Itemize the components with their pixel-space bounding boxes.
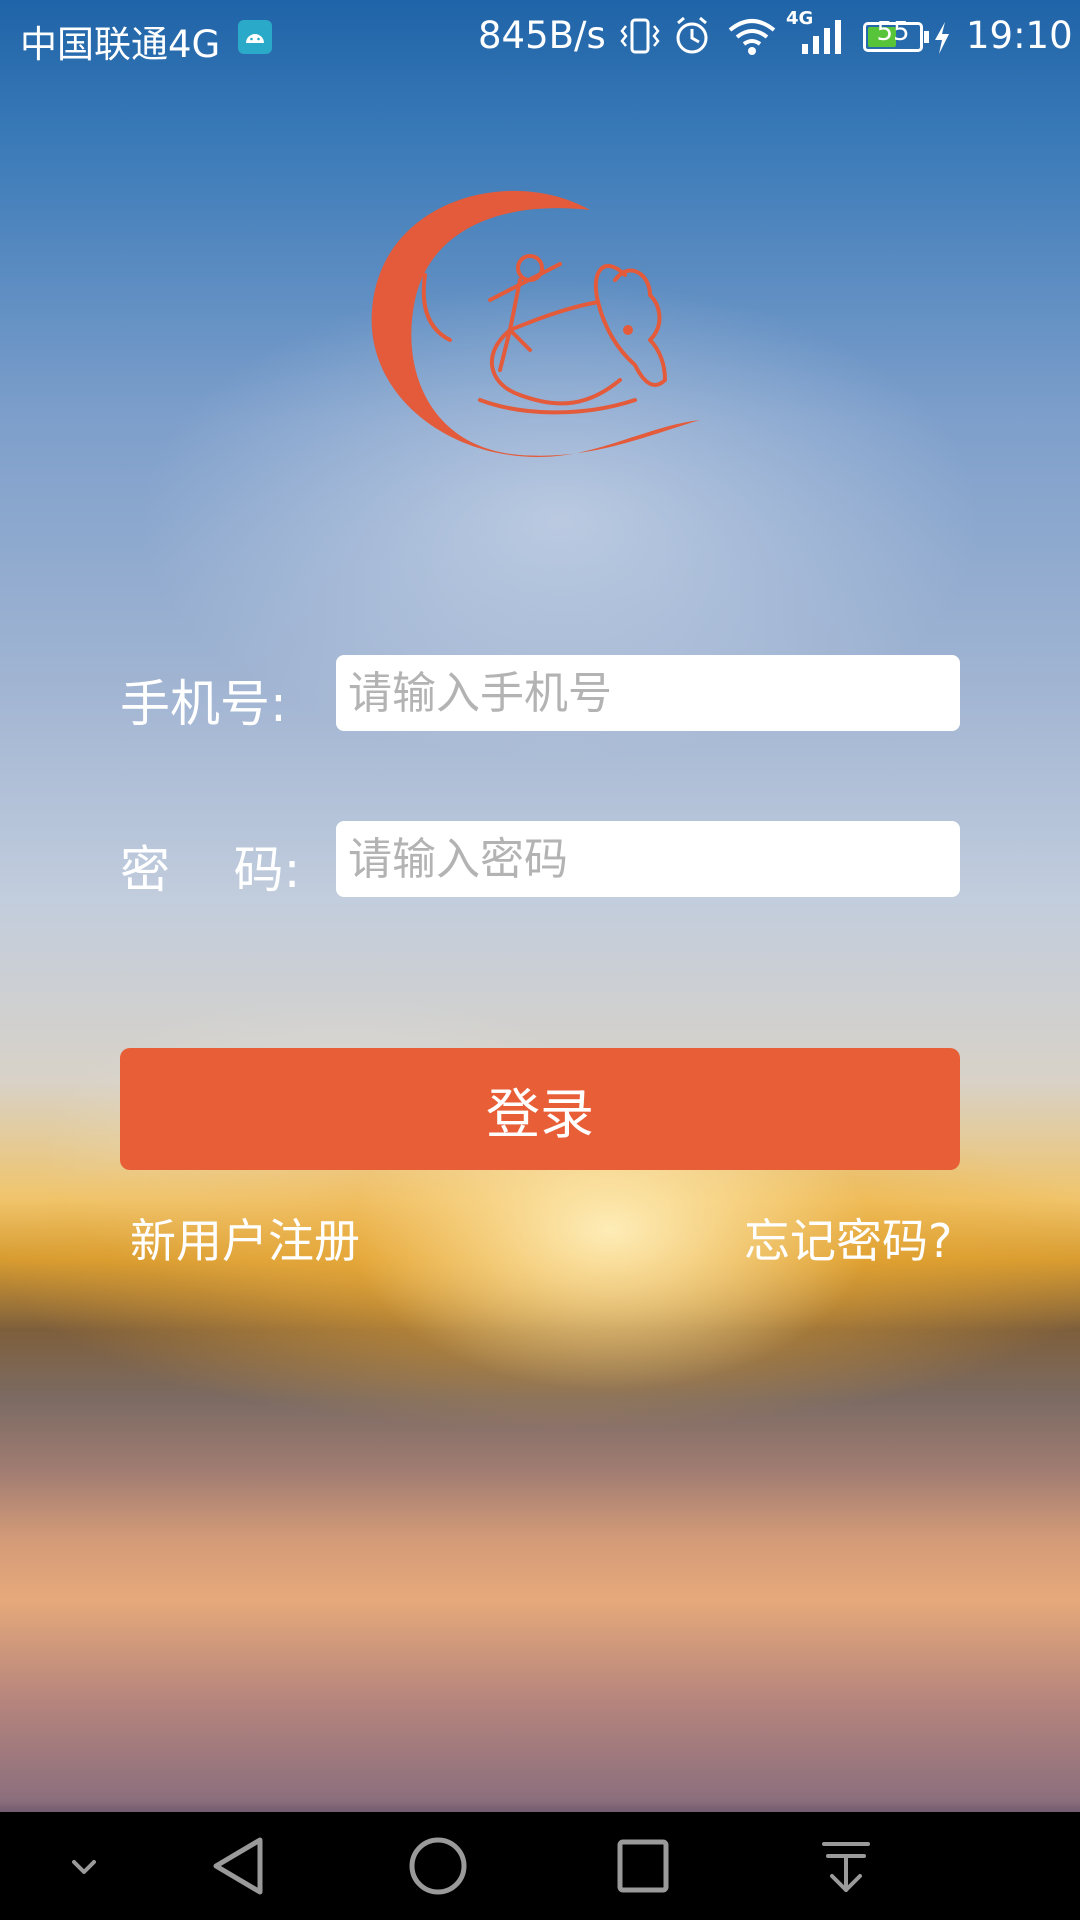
android-icon [238,20,272,54]
battery-tip [924,31,929,43]
battery-icon: 55 [863,17,923,52]
signal-icon [798,14,848,67]
network-speed: 845B/s [478,14,606,57]
forgot-password-link[interactable]: 忘记密码? [744,1205,952,1271]
back-triangle-icon[interactable] [202,1834,282,1898]
phone-label: 手机号: [120,675,287,733]
home-circle-icon[interactable] [402,1834,474,1898]
password-label: 密 码: [120,841,301,899]
notification-pulldown-icon[interactable] [814,1834,878,1898]
clock: 19:10 [966,14,1073,57]
navigation-bar [0,1812,1080,1920]
password-input[interactable] [336,821,960,897]
login-button[interactable]: 登录 [120,1048,960,1170]
register-link[interactable]: 新用户注册 [130,1205,360,1271]
alarm-icon [672,14,712,67]
charging-icon [932,20,952,65]
login-screen: 中国联通4G 845B/s 4G 55 19:10 手机号: 请输入手机号 密 … [0,0,1080,1920]
wifi-icon [726,14,778,67]
ox-rider-logo [360,180,720,480]
vibrate-icon [620,14,660,67]
recents-square-icon[interactable] [610,1834,674,1898]
status-bar: 中国联通4G 845B/s 4G 55 19:10 [0,0,1080,75]
chevron-down-icon[interactable] [52,1834,116,1898]
carrier-label: 中国联通4G [20,23,221,66]
battery-level: 55 [876,17,910,47]
phone-input[interactable] [336,655,960,731]
